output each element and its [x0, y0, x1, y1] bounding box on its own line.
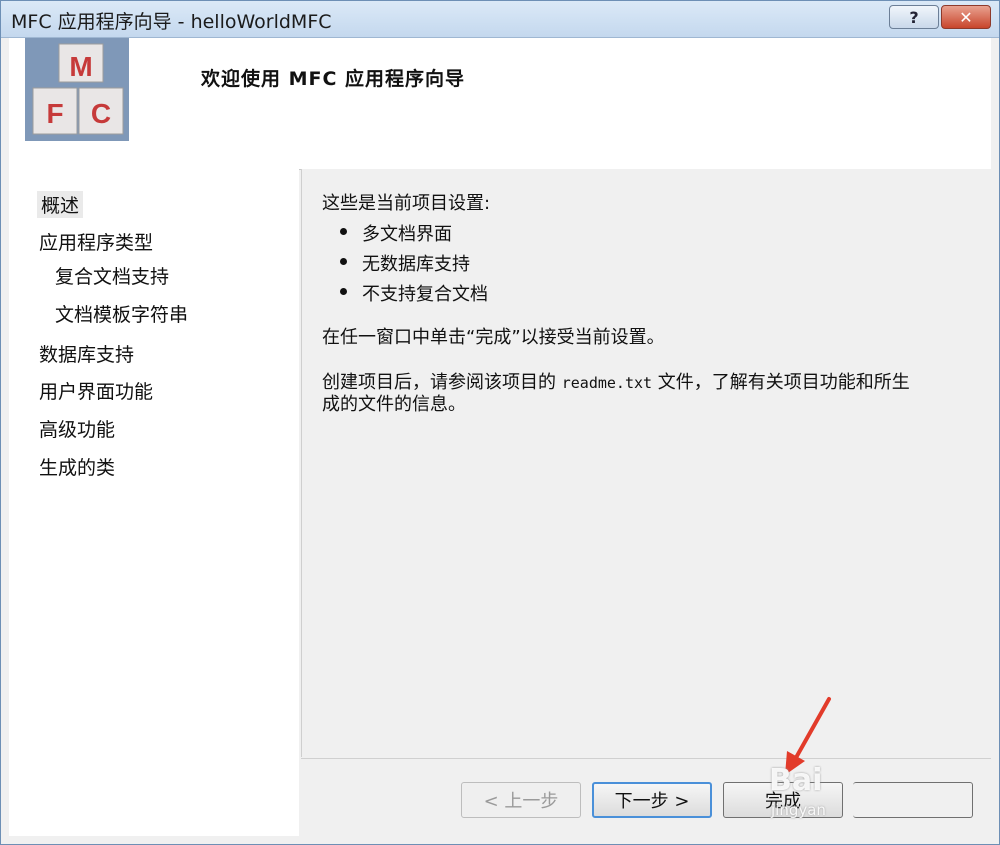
readme-filename: readme.txt [561, 374, 653, 392]
setting-item: 无数据库支持 [362, 254, 470, 275]
nav-item-ui-features[interactable]: 用户界面功能 [39, 377, 153, 404]
readme-hint-suffix: 文件，了解有关项目功能和所生 [652, 372, 910, 393]
bullet-icon [340, 258, 347, 265]
nav-item-overview[interactable]: 概述 [37, 191, 84, 218]
settings-heading: 这些是当前项目设置: [322, 193, 491, 214]
wizard-banner: M F C 欢迎使用 MFC 应用程序向导 [9, 38, 991, 170]
watermark-subtext: jingyan [771, 801, 826, 819]
cancel-button-partial[interactable] [853, 782, 973, 818]
wizard-window: MFC 应用程序向导 - helloWorldMFC ? ✕ M F C 欢迎使… [0, 0, 1000, 845]
close-icon: ✕ [959, 7, 973, 27]
help-button[interactable]: ? [889, 5, 939, 29]
close-button[interactable]: ✕ [941, 5, 991, 29]
nav-item-doc-template-strings[interactable]: 文档模板字符串 [55, 300, 188, 327]
finish-hint: 在任一窗口中单击“完成”以接受当前设置。 [322, 327, 665, 348]
mfc-logo-icon: M F C [25, 38, 129, 141]
nav-item-compound-doc[interactable]: 复合文档支持 [55, 262, 169, 289]
setting-item: 多文档界面 [362, 224, 452, 245]
setting-item: 不支持复合文档 [362, 284, 488, 305]
nav-item-database[interactable]: 数据库支持 [39, 340, 134, 367]
next-button[interactable]: 下一步 > [592, 782, 712, 818]
logo-letter-f: F [46, 98, 63, 129]
settings-summary-panel: 这些是当前项目设置: 多文档界面 无数据库支持 不支持复合文档 在任一窗口中单击… [301, 169, 992, 757]
logo-letter-c: C [91, 98, 111, 129]
help-icon: ? [909, 7, 919, 27]
bullet-icon [340, 228, 347, 235]
prev-button[interactable]: < 上一步 [461, 782, 581, 818]
logo-letter-m: M [69, 51, 92, 82]
watermark-text: Bai [769, 763, 823, 798]
nav-item-generated-classes[interactable]: 生成的类 [39, 453, 115, 480]
title-bar: MFC 应用程序向导 - helloWorldMFC ? ✕ [1, 1, 999, 38]
wizard-nav: 概述 应用程序类型 复合文档支持 文档模板字符串 数据库支持 用户界面功能 高级… [9, 169, 299, 836]
nav-item-advanced[interactable]: 高级功能 [39, 415, 115, 442]
readme-hint-line2: 成的文件的信息。 [322, 394, 466, 415]
banner-title: 欢迎使用 MFC 应用程序向导 [201, 68, 466, 90]
button-divider [301, 758, 991, 759]
window-title: MFC 应用程序向导 - helloWorldMFC [11, 11, 332, 33]
bullet-icon [340, 288, 347, 295]
nav-item-app-type[interactable]: 应用程序类型 [39, 228, 153, 255]
